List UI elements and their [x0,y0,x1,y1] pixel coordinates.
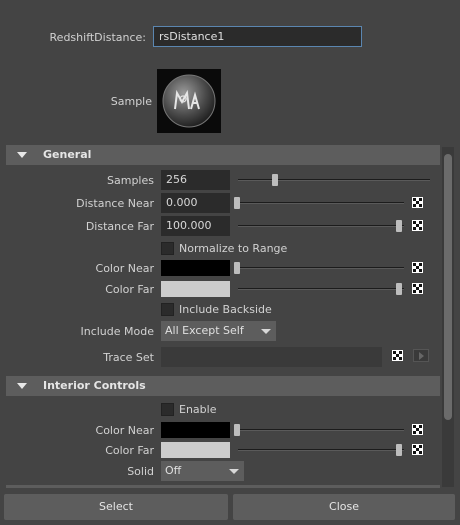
solid-dropdown[interactable]: Off [161,461,244,481]
checker-map-icon[interactable] [412,262,423,273]
interior-color-near-slider[interactable] [238,429,404,431]
input-arrow-icon[interactable] [413,349,429,362]
solid-value: Off [165,464,182,477]
interior-color-far-slider[interactable] [238,449,404,451]
checker-map-icon[interactable] [392,350,403,361]
checker-map-icon[interactable] [412,444,423,455]
distance-near-slider[interactable] [238,202,404,204]
include-backside-label: Include Backside [179,303,272,316]
interior-color-near-swatch[interactable] [161,422,230,438]
name-label: RedshiftDistance: [49,31,146,44]
collapse-triangle-icon [17,152,27,158]
checker-map-icon[interactable] [412,283,423,294]
color-far-slider[interactable] [238,288,404,290]
select-button[interactable]: Select [4,494,228,520]
color-far-swatch[interactable] [161,281,230,297]
samples-field[interactable]: 256 [161,170,230,190]
section-general-header[interactable]: General [6,145,440,165]
section-interior-title: Interior Controls [43,379,146,392]
include-mode-label: Include Mode [80,325,154,338]
include-mode-dropdown[interactable]: All Except Self [161,321,276,341]
distance-near-label: Distance Near [76,197,154,210]
distance-far-slider-handle[interactable] [396,220,402,232]
section-general-title: General [43,148,92,161]
section-divider [6,485,440,488]
interior-color-far-slider-handle[interactable] [396,444,402,456]
solid-label: Solid [127,465,154,478]
color-near-slider[interactable] [238,267,404,269]
checker-map-icon[interactable] [412,220,423,231]
interior-enable-label: Enable [179,403,217,416]
color-near-label: Color Near [95,262,154,275]
interior-enable-checkbox[interactable] [161,403,174,416]
distance-far-field[interactable]: 100.000 [161,216,230,236]
close-button[interactable]: Close [233,494,455,520]
dropdown-arrow-icon [261,329,271,334]
interior-color-near-label: Color Near [95,424,154,437]
samples-label: Samples [107,174,154,187]
color-near-swatch[interactable] [161,260,230,276]
include-mode-value: All Except Self [165,324,244,337]
maya-logo-icon [162,74,216,128]
distance-far-label: Distance Far [85,220,154,233]
distance-near-slider-handle[interactable] [234,197,240,209]
samples-slider-handle[interactable] [272,174,278,186]
sample-preview [157,69,221,133]
interior-color-far-label: Color Far [105,444,154,457]
normalize-checkbox[interactable] [161,242,174,255]
checker-map-icon[interactable] [412,197,423,208]
section-interior-header[interactable]: Interior Controls [6,376,440,396]
distance-near-field[interactable]: 0.000 [161,193,230,213]
interior-color-near-slider-handle[interactable] [234,424,240,436]
distance-far-slider[interactable] [238,225,404,227]
samples-slider[interactable] [238,179,430,181]
color-near-slider-handle[interactable] [234,262,240,274]
color-far-label: Color Far [105,283,154,296]
interior-color-far-swatch[interactable] [161,442,230,458]
scrollbar-thumb[interactable] [444,154,452,420]
node-name-input[interactable]: rsDistance1 [153,26,362,47]
include-backside-checkbox[interactable] [161,303,174,316]
checker-map-icon[interactable] [412,424,423,435]
trace-set-label: Trace Set [103,351,154,364]
trace-set-field[interactable] [161,347,382,367]
dropdown-arrow-icon [229,469,239,474]
sample-label: Sample [110,95,152,108]
collapse-triangle-icon [17,383,27,389]
normalize-label: Normalize to Range [179,242,288,255]
color-far-slider-handle[interactable] [396,283,402,295]
